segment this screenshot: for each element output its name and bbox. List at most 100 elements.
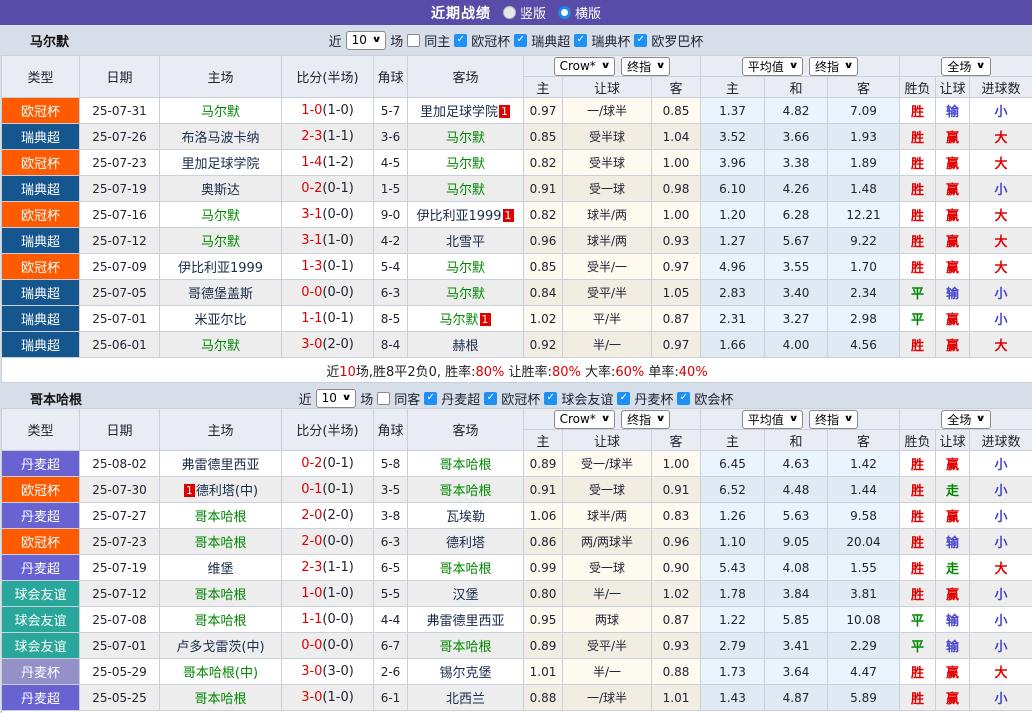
away-team[interactable]: 北雪平 — [446, 235, 485, 250]
home-team[interactable]: 哥本哈根 — [194, 510, 246, 525]
match-row: 瑞典超25-07-12马尔默3-1(1-0)4-2北雪平0.96球半/两0.93… — [2, 228, 1032, 254]
result-goals: 小 — [970, 685, 1032, 711]
league-3-filter[interactable]: ✓丹麦杯 — [617, 389, 673, 408]
avg-home: 1.43 — [701, 685, 765, 711]
recent-count-select[interactable]: 10∨ — [346, 31, 387, 50]
league-0-filter[interactable]: ✓丹麦超 — [424, 389, 480, 408]
home-team[interactable]: 米亚尔比 — [194, 313, 246, 328]
home-team[interactable]: 马尔默 — [201, 235, 240, 250]
home-team[interactable]: 马尔默 — [201, 339, 240, 354]
home-team[interactable]: 维堡 — [207, 562, 233, 577]
sub-column-header: 让球 — [563, 77, 652, 98]
away-team[interactable]: 汉堡 — [452, 588, 478, 603]
home-team[interactable]: 哥本哈根(中) — [183, 666, 258, 681]
scope-select[interactable]: 全场∨ — [941, 57, 990, 76]
same-venue-filter[interactable]: 同主 — [407, 31, 450, 50]
league-3-filter[interactable]: ✓欧罗巴杯 — [634, 31, 703, 50]
layout-option-horizontal[interactable]: 横版 — [558, 3, 601, 22]
home-team[interactable]: 布洛马波卡纳 — [181, 131, 259, 146]
home-team[interactable]: 奥斯达 — [201, 183, 240, 198]
bookmaker-select[interactable]: Crow*∨ — [554, 410, 616, 429]
away-team[interactable]: 北西兰 — [446, 692, 485, 707]
league-2-checkbox[interactable]: ✓ — [544, 392, 557, 405]
home-team[interactable]: 马尔默 — [201, 209, 240, 224]
away-team[interactable]: 哥本哈根 — [439, 562, 491, 577]
full-time-score: 2-0 — [301, 534, 322, 549]
league-1-filter[interactable]: ✓欧冠杯 — [484, 389, 540, 408]
home-team[interactable]: 哥本哈根 — [194, 536, 246, 551]
league-4-filter[interactable]: ✓欧会杯 — [677, 389, 733, 408]
score-cell: 0-2(0-1) — [282, 176, 374, 202]
bookmaker-time-select-value: 终指 — [627, 58, 651, 75]
league-badge: 瑞典超 — [2, 306, 80, 332]
radio-horizontal-icon[interactable] — [558, 6, 571, 19]
average-time-select[interactable]: 终指∨ — [809, 410, 858, 429]
league-0-checkbox[interactable]: ✓ — [454, 34, 467, 47]
home-team[interactable]: 哥本哈根 — [194, 614, 246, 629]
league-0-checkbox[interactable]: ✓ — [424, 392, 437, 405]
average-time-select[interactable]: 终指∨ — [809, 57, 858, 76]
bookmaker-select[interactable]: Crow*∨ — [554, 57, 616, 76]
home-team[interactable]: 里加足球学院 — [181, 157, 259, 172]
average-select[interactable]: 平均值∨ — [742, 410, 803, 429]
league-1-filter[interactable]: ✓瑞典超 — [514, 31, 570, 50]
league-2-checkbox[interactable]: ✓ — [574, 34, 587, 47]
away-team[interactable]: 马尔默 — [446, 287, 485, 302]
away-team[interactable]: 瓦埃勒 — [446, 510, 485, 525]
home-team[interactable]: 伊比利亚1999 — [178, 261, 263, 276]
same-venue-checkbox[interactable] — [377, 392, 390, 405]
home-team[interactable]: 1德利塔(中) — [183, 484, 258, 499]
average-select[interactable]: 平均值∨ — [742, 57, 803, 76]
league-3-checkbox[interactable]: ✓ — [634, 34, 647, 47]
away-team[interactable]: 马尔默 — [446, 157, 485, 172]
away-team[interactable]: 马尔默 — [446, 131, 485, 146]
same-venue-checkbox[interactable] — [407, 34, 420, 47]
away-team[interactable]: 里加足球学院1 — [420, 105, 511, 120]
league-0-filter[interactable]: ✓欧冠杯 — [454, 31, 510, 50]
home-team[interactable]: 哥本哈根 — [194, 588, 246, 603]
league-2-filter[interactable]: ✓球会友谊 — [544, 389, 613, 408]
same-venue-label: 同主 — [424, 31, 450, 50]
layout-option-vertical[interactable]: 竖版 — [503, 3, 546, 22]
league-1-checkbox[interactable]: ✓ — [514, 34, 527, 47]
away-team[interactable]: 锡尔克堡 — [439, 666, 491, 681]
away-team[interactable]: 哥本哈根 — [439, 640, 491, 655]
league-1-checkbox[interactable]: ✓ — [484, 392, 497, 405]
away-team[interactable]: 赫根 — [452, 339, 478, 354]
odds-handicap: 两球 — [563, 607, 652, 633]
result-outcome: 胜 — [900, 202, 936, 228]
away-team-cell: 马尔默 — [408, 124, 524, 150]
home-team[interactable]: 马尔默 — [201, 105, 240, 120]
home-team[interactable]: 哥德堡盖斯 — [188, 287, 253, 302]
dropdown-arrow-icon: ∨ — [976, 61, 986, 71]
home-team[interactable]: 弗雷德里西亚 — [181, 458, 259, 473]
avg-away: 4.47 — [828, 659, 900, 685]
away-team[interactable]: 马尔默1 — [439, 313, 491, 328]
recent-count-select[interactable]: 10∨ — [316, 389, 357, 408]
home-team[interactable]: 卢多戈雷茨(中) — [176, 640, 264, 655]
away-team[interactable]: 马尔默 — [446, 261, 485, 276]
home-team[interactable]: 哥本哈根 — [194, 692, 246, 707]
league-3-checkbox[interactable]: ✓ — [617, 392, 630, 405]
same-venue-filter[interactable]: 同客 — [377, 389, 420, 408]
away-team[interactable]: 马尔默 — [446, 183, 485, 198]
league-2-filter[interactable]: ✓瑞典杯 — [574, 31, 630, 50]
league-4-checkbox[interactable]: ✓ — [677, 392, 690, 405]
radio-vertical-icon[interactable] — [503, 6, 516, 19]
match-date: 25-07-19 — [80, 176, 160, 202]
scope-select[interactable]: 全场∨ — [941, 410, 990, 429]
away-team[interactable]: 德利塔 — [446, 536, 485, 551]
result-outcome: 平 — [900, 280, 936, 306]
full-time-score: 1-4 — [301, 155, 322, 170]
away-team[interactable]: 弗雷德里西亚 — [426, 614, 504, 629]
bookmaker-time-select[interactable]: 终指∨ — [621, 410, 670, 429]
bookmaker-time-select[interactable]: 终指∨ — [621, 57, 670, 76]
away-team[interactable]: 哥本哈根 — [439, 484, 491, 499]
full-time-score: 0-2 — [301, 181, 322, 196]
match-date: 25-07-01 — [80, 306, 160, 332]
away-team[interactable]: 哥本哈根 — [439, 458, 491, 473]
result-goals: 小 — [970, 581, 1032, 607]
away-team[interactable]: 伊比利亚19991 — [416, 209, 514, 224]
column-header: 类型 — [2, 56, 80, 98]
half-time-score: (1-0) — [322, 233, 353, 248]
